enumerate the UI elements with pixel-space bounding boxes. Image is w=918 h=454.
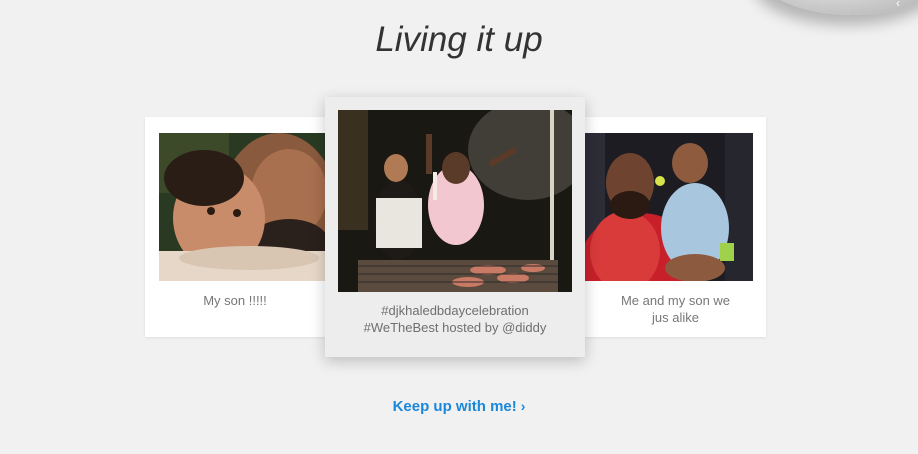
- caption-line: Me and my son we: [620, 293, 731, 308]
- caption-line: #djkhaledbdaycelebration: [381, 303, 529, 318]
- section-title: Living it up: [375, 20, 543, 59]
- photo-father-son-selfie[interactable]: [159, 133, 325, 281]
- photo-father-holding-son[interactable]: [585, 133, 753, 281]
- photo-caption: #djkhaledbdaycelebration #WeTheBest host…: [325, 302, 585, 336]
- caption-line: #WeTheBest hosted by @diddy: [363, 320, 547, 335]
- photo-card-bday-celebration[interactable]: #djkhaledbdaycelebration #WeTheBest host…: [325, 97, 585, 357]
- keep-up-label: Keep up with me!: [392, 398, 517, 415]
- keep-up-link[interactable]: Keep up with me! ›: [0, 398, 918, 415]
- photo-card-son[interactable]: My son !!!!!: [145, 117, 325, 337]
- caption-line: jus alike: [652, 310, 699, 325]
- chevron-left-icon: ‹: [896, 0, 900, 10]
- photo-caption: Me and my son we jus alike: [585, 292, 766, 326]
- photo-card-alike[interactable]: Me and my son we jus alike: [585, 117, 766, 337]
- corner-curl-decoration: [758, 0, 918, 15]
- photo-caption: My son !!!!!: [203, 293, 267, 308]
- photo-bday-grill-party[interactable]: [338, 110, 572, 292]
- chevron-right-icon: ›: [520, 398, 526, 414]
